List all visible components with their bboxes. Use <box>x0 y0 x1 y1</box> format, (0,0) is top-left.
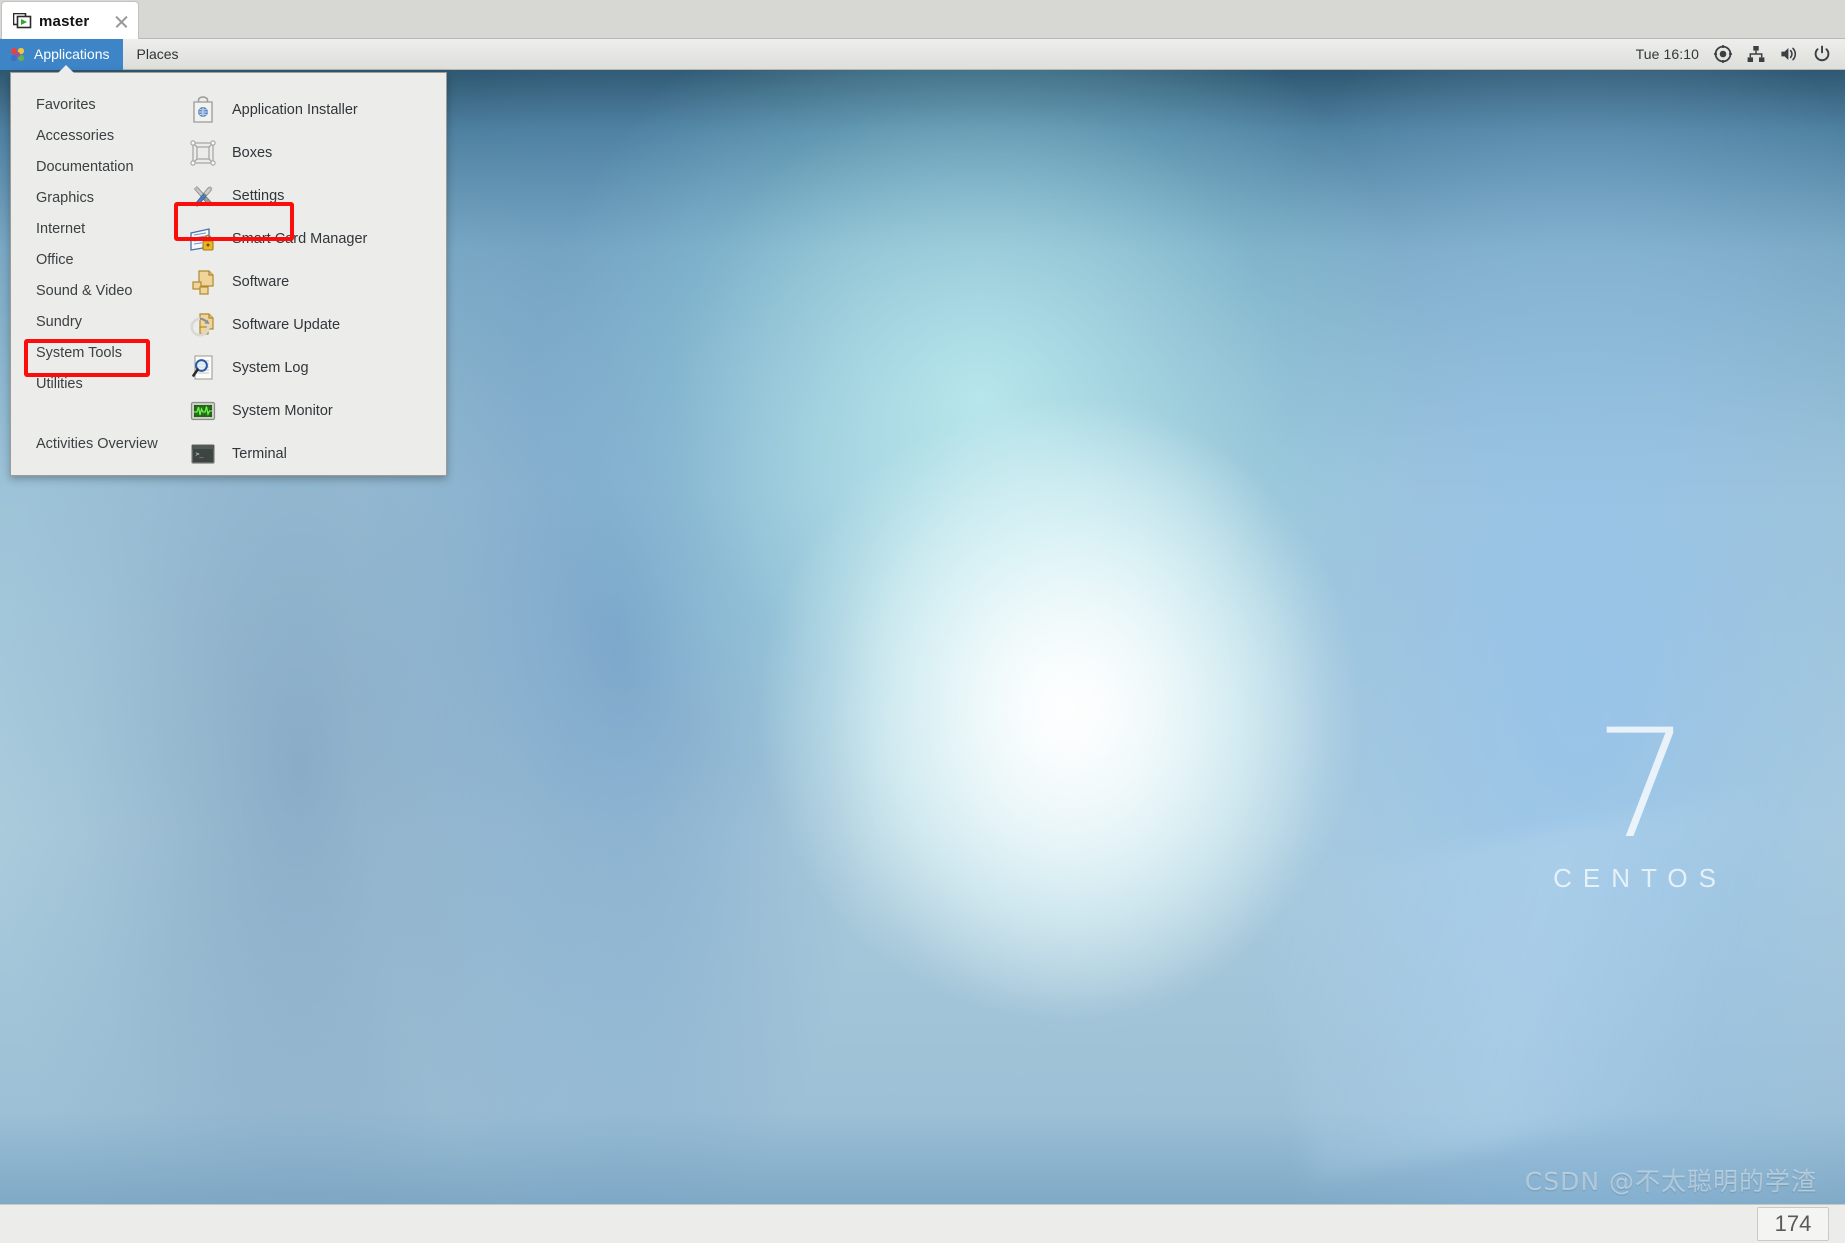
app-item-system-log[interactable]: System Log <box>163 346 446 389</box>
app-item-boxes[interactable]: Boxes <box>163 131 446 174</box>
applications-menu-label: Applications <box>34 46 110 62</box>
app-item-software[interactable]: Software <box>163 260 446 303</box>
activities-overview-item[interactable]: Activities Overview <box>11 430 158 458</box>
volume-icon[interactable] <box>1780 45 1798 63</box>
tab-label: master <box>39 12 90 30</box>
category-list: Favorites Accessories Documentation Grap… <box>11 73 163 475</box>
app-item-terminal[interactable]: >_ Terminal <box>163 432 446 475</box>
applications-menu-popup: Favorites Accessories Documentation Grap… <box>10 65 447 476</box>
virtual-machine-icon <box>12 12 32 30</box>
page-counter: 174 <box>1757 1207 1829 1241</box>
network-icon[interactable] <box>1747 45 1765 63</box>
application-list: Application Installer Boxes Settings Sma… <box>163 73 446 475</box>
places-menu-button[interactable]: Places <box>123 39 193 70</box>
tab-master[interactable]: master <box>1 1 139 40</box>
tab-strip: master <box>0 0 1845 40</box>
host-bottom-bar: 174 <box>0 1204 1845 1243</box>
system-monitor-icon <box>188 396 218 426</box>
system-log-icon <box>188 353 218 383</box>
panel-status-area: Tue 16:10 <box>1636 39 1845 70</box>
category-item-internet[interactable]: Internet <box>11 214 162 245</box>
app-item-software-update[interactable]: Software Update <box>163 303 446 346</box>
category-item-utilities[interactable]: Utilities <box>11 369 162 400</box>
menu-arrow <box>57 64 75 73</box>
places-menu-label: Places <box>136 46 179 62</box>
gnome-foot-icon <box>9 46 26 63</box>
category-item-office[interactable]: Office <box>11 245 162 276</box>
software-package-icon <box>188 267 218 297</box>
category-item-accessories[interactable]: Accessories <box>11 121 162 152</box>
vm-viewer-window: master 7 CENTOS CSDN @不太聪明的学渣 Applicatio… <box>0 0 1845 1243</box>
software-update-icon <box>188 310 218 340</box>
app-label: Settings <box>232 187 285 204</box>
app-item-system-monitor[interactable]: System Monitor <box>163 389 446 432</box>
svg-text:>_: >_ <box>196 450 204 458</box>
settings-tools-icon <box>188 181 218 211</box>
app-label: Software <box>232 273 290 290</box>
app-item-smart-card-manager[interactable]: Smart Card Manager <box>163 217 446 260</box>
app-item-application-installer[interactable]: Application Installer <box>163 88 446 131</box>
boxes-icon <box>188 138 218 168</box>
power-icon[interactable] <box>1813 45 1831 63</box>
category-item-system-tools[interactable]: System Tools <box>11 338 162 369</box>
app-label: System Log <box>232 359 309 376</box>
app-label: System Monitor <box>232 402 333 419</box>
app-label: Terminal <box>232 445 287 462</box>
gnome-top-panel: Applications Places Tue 16:10 <box>0 39 1845 70</box>
guest-screen: 7 CENTOS CSDN @不太聪明的学渣 Applications Plac… <box>0 39 1845 1204</box>
category-item-sound-video[interactable]: Sound & Video <box>11 276 162 307</box>
app-item-settings[interactable]: Settings <box>163 174 446 217</box>
app-label: Boxes <box>232 144 273 161</box>
clock[interactable]: Tue 16:10 <box>1636 46 1699 62</box>
category-item-sundry[interactable]: Sundry <box>11 307 162 338</box>
app-label: Smart Card Manager <box>232 230 368 247</box>
terminal-icon: >_ <box>188 439 218 469</box>
category-item-graphics[interactable]: Graphics <box>11 183 162 214</box>
category-item-documentation[interactable]: Documentation <box>11 152 162 183</box>
app-label: Application Installer <box>232 101 358 118</box>
close-icon[interactable] <box>113 13 130 30</box>
application-installer-icon <box>188 95 218 125</box>
accessibility-icon[interactable] <box>1714 45 1732 63</box>
category-item-favorites[interactable]: Favorites <box>11 90 162 121</box>
app-label: Software Update <box>232 316 341 333</box>
smart-card-icon <box>188 224 218 254</box>
